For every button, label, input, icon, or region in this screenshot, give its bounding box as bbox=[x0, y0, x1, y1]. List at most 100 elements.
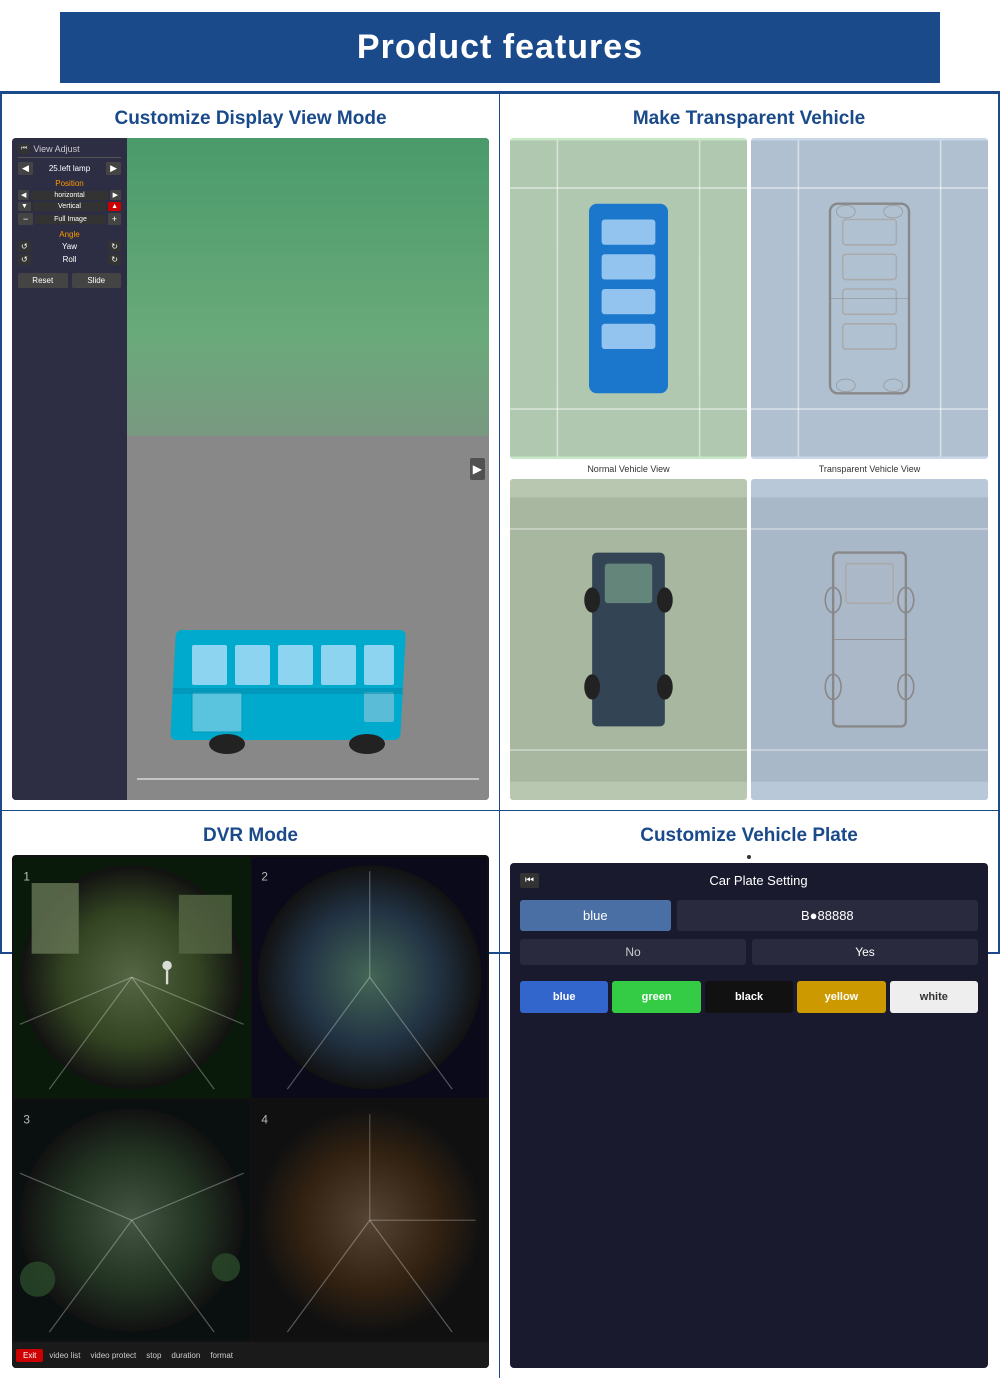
plate-colors: blue green black yellow white bbox=[520, 981, 978, 1013]
normal-bus-view bbox=[510, 138, 747, 459]
transparent-bus-svg bbox=[751, 138, 988, 459]
fisheye-cam2: 2 bbox=[252, 857, 488, 1098]
reset-button[interactable]: Reset bbox=[18, 273, 68, 288]
arrow-left-icon[interactable]: ◀ bbox=[18, 162, 33, 175]
cell4-content: ⏮ Car Plate Setting blue B●88888 No Yes … bbox=[500, 855, 998, 1378]
stop-label[interactable]: stop bbox=[142, 1349, 165, 1362]
page-title: Product features bbox=[60, 28, 940, 67]
h-left-icon[interactable]: ◀ bbox=[18, 190, 29, 200]
video-protect-label[interactable]: video protect bbox=[86, 1349, 140, 1362]
fisheye-cam4: 4 bbox=[252, 1100, 488, 1341]
yaw-label: Yaw bbox=[33, 242, 107, 251]
cell3-title: DVR Mode bbox=[2, 811, 499, 855]
svg-text:2: 2 bbox=[261, 871, 268, 884]
plate-skip-icon[interactable]: ⏮ bbox=[520, 873, 539, 888]
plate-screen-title: Car Plate Setting bbox=[539, 873, 978, 888]
dvr-cam-grid: 1 bbox=[12, 855, 489, 1342]
slide-button[interactable]: Slide bbox=[72, 273, 122, 288]
indicator-dot bbox=[747, 855, 751, 859]
plate-color-field[interactable]: blue bbox=[520, 900, 671, 931]
color-yellow-button[interactable]: yellow bbox=[797, 981, 885, 1013]
transparent-truck-svg bbox=[751, 479, 988, 800]
svg-text:3: 3 bbox=[23, 1113, 30, 1126]
header-banner: Product features bbox=[60, 12, 940, 83]
yaw-icon1: ↺ bbox=[18, 241, 31, 252]
plate-first-row: blue B●88888 bbox=[520, 900, 978, 931]
skip-icon: ⏮ bbox=[18, 144, 30, 154]
dvr-cam-1: 1 bbox=[14, 857, 250, 1098]
cell-transparent: Make Transparent Vehicle bbox=[500, 94, 998, 811]
panel-header-label: View Adjust bbox=[33, 144, 79, 154]
color-green-button[interactable]: green bbox=[612, 981, 700, 1013]
nav-right-arrow[interactable]: ▶ bbox=[470, 458, 485, 480]
vertical-row: ▼ Vertical ▲ bbox=[18, 202, 121, 211]
panel-camera-row: ◀ 25.left lamp ▶ bbox=[18, 162, 121, 175]
normal-bus-svg bbox=[510, 138, 747, 459]
yaw-icon2: ↻ bbox=[108, 241, 121, 252]
transparent-bus-view bbox=[751, 138, 988, 459]
svg-text:4: 4 bbox=[261, 1113, 268, 1126]
horizontal-label: horizontal bbox=[31, 191, 107, 200]
cell1-content: ⏮ View Adjust ◀ 25.left lamp ▶ Position … bbox=[2, 138, 499, 810]
roll-row: ↺ Roll ↻ bbox=[18, 254, 121, 265]
horizontal-row: ◀ horizontal ▶ bbox=[18, 190, 121, 200]
plate-yes-btn[interactable]: Yes bbox=[752, 939, 978, 965]
position-label: Position bbox=[18, 179, 121, 188]
dvr-toolbar: Exit video list video protect stop durat… bbox=[12, 1342, 489, 1368]
cell3-content: 1 bbox=[2, 855, 499, 1378]
dvr-cam-2: 2 bbox=[252, 857, 488, 1098]
vertical-label: Vertical bbox=[33, 202, 106, 211]
fisheye-cam1: 1 bbox=[14, 857, 250, 1098]
road-markings bbox=[137, 778, 479, 780]
video-list-label[interactable]: video list bbox=[45, 1349, 84, 1362]
color-white-button[interactable]: white bbox=[890, 981, 978, 1013]
svg-text:1: 1 bbox=[23, 871, 30, 884]
color-blue-button[interactable]: blue bbox=[520, 981, 608, 1013]
fi-minus-icon[interactable]: − bbox=[18, 213, 33, 225]
dvr-cam-4: 4 bbox=[252, 1100, 488, 1341]
dvr-cam-3: 3 bbox=[14, 1100, 250, 1341]
camera-label: 25.left lamp bbox=[49, 164, 90, 173]
roll-label: Roll bbox=[33, 255, 107, 264]
roll-icon2: ↻ bbox=[108, 254, 121, 265]
format-label[interactable]: format bbox=[206, 1349, 237, 1362]
view-mode-screen: ⏮ View Adjust ◀ 25.left lamp ▶ Position … bbox=[12, 138, 489, 800]
transparent-truck-view bbox=[751, 479, 988, 800]
v-down-icon[interactable]: ▼ bbox=[18, 202, 31, 211]
h-right-icon[interactable]: ▶ bbox=[110, 190, 121, 200]
plate-yesno-row: No Yes bbox=[520, 939, 978, 965]
plate-screen-header: ⏮ Car Plate Setting bbox=[520, 873, 978, 888]
normal-truck-view bbox=[510, 479, 747, 800]
plate-number-field[interactable]: B●88888 bbox=[677, 900, 978, 931]
fullimg-row: − Full Image + bbox=[18, 213, 121, 225]
fisheye-cam3: 3 bbox=[14, 1100, 250, 1341]
dvr-screen: 1 bbox=[12, 855, 489, 1368]
bottom-btns: Reset Slide bbox=[18, 273, 121, 288]
cell1-title: Customize Display View Mode bbox=[2, 94, 499, 138]
angle-label: Angle bbox=[18, 230, 121, 239]
cell-view-mode: Customize Display View Mode ⏮ View Adjus… bbox=[2, 94, 500, 811]
view-panel: ⏮ View Adjust ◀ 25.left lamp ▶ Position … bbox=[12, 138, 127, 800]
exit-button[interactable]: Exit bbox=[16, 1349, 43, 1362]
main-grid: Customize Display View Mode ⏮ View Adjus… bbox=[0, 94, 1000, 954]
plate-no-btn[interactable]: No bbox=[520, 939, 746, 965]
plate-screen: ⏮ Car Plate Setting blue B●88888 No Yes … bbox=[510, 863, 988, 1368]
fi-plus-icon[interactable]: + bbox=[108, 213, 121, 225]
bus-svg bbox=[167, 610, 427, 770]
transparent-grid: Normal Vehicle View Transparent Vehicle … bbox=[510, 138, 988, 800]
fullimage-label: Full Image bbox=[35, 215, 105, 224]
yaw-row: ↺ Yaw ↻ bbox=[18, 241, 121, 252]
transparent-label: Transparent Vehicle View bbox=[751, 463, 988, 475]
normal-truck-svg bbox=[510, 479, 747, 800]
camera-view: ▶ bbox=[127, 138, 489, 800]
panel-header: ⏮ View Adjust bbox=[18, 144, 121, 158]
color-black-button[interactable]: black bbox=[705, 981, 793, 1013]
v-up-icon[interactable]: ▲ bbox=[108, 202, 121, 211]
duration-label[interactable]: duration bbox=[167, 1349, 204, 1362]
cell-dvr: DVR Mode bbox=[2, 811, 500, 1378]
normal-label: Normal Vehicle View bbox=[510, 463, 747, 475]
cell4-title: Customize Vehicle Plate bbox=[500, 811, 998, 855]
cell2-content: Normal Vehicle View Transparent Vehicle … bbox=[500, 138, 998, 810]
roll-icon1: ↺ bbox=[18, 254, 31, 265]
arrow-right-icon[interactable]: ▶ bbox=[106, 162, 121, 175]
